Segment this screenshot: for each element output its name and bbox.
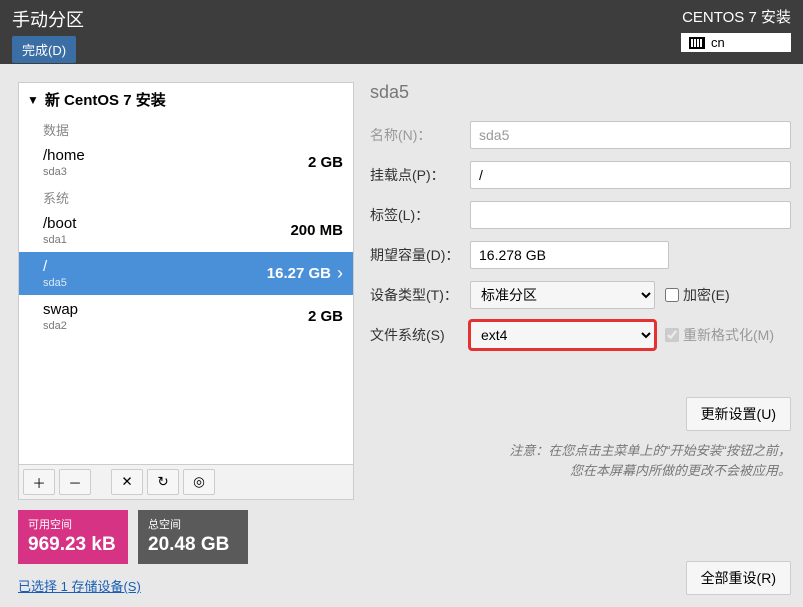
label-input[interactable]: [470, 201, 791, 229]
storage-devices-link[interactable]: 已选择 1 存储设备(S): [18, 576, 354, 595]
page-title: 手动分区: [12, 6, 84, 32]
update-settings-button[interactable]: 更新设置(U): [686, 397, 791, 431]
capacity-input[interactable]: [470, 241, 669, 269]
device-label: sda3: [43, 166, 85, 178]
capacity-label: 期望容量(D)：: [370, 245, 460, 265]
keyboard-indicator[interactable]: cn: [681, 33, 791, 52]
refresh-icon: ↻: [157, 474, 168, 490]
size-label: 200 MB: [290, 222, 343, 239]
total-space-value: 20.48 GB: [148, 534, 238, 556]
size-label: 16.27 GB: [267, 265, 331, 282]
partition-tree: ▼ 新 CentOS 7 安装 数据 /home sda3 2 GB 系统 /b…: [18, 82, 354, 465]
reset-all-button[interactable]: 全部重设(R): [686, 561, 791, 595]
mount-label-field: 挂载点(P)：: [370, 165, 460, 185]
fs-label: 文件系统(S): [370, 325, 460, 345]
detail-title: sda5: [370, 82, 791, 103]
keyboard-layout-label: cn: [711, 35, 725, 50]
available-space-label: 可用空间: [28, 516, 118, 532]
partition-toolbar: ＋ － ✕ ↻ ◎: [18, 465, 354, 500]
tools-icon: ✕: [121, 474, 132, 490]
reformat-checkbox-wrap: 重新格式化(M): [665, 325, 774, 345]
section-system-label: 系统: [19, 184, 353, 209]
minus-icon: －: [68, 473, 81, 492]
done-button[interactable]: 完成(D): [12, 36, 76, 63]
topbar: 手动分区 完成(D) CENTOS 7 安装 cn: [0, 0, 803, 64]
tree-header-label: 新 CentOS 7 安装: [45, 89, 166, 110]
triangle-down-icon: ▼: [27, 93, 39, 107]
total-space-box: 总空间 20.48 GB: [138, 510, 248, 564]
reformat-label: 重新格式化(M): [683, 325, 774, 345]
partition-item-home[interactable]: /home sda3 2 GB: [19, 141, 353, 184]
partition-item-root[interactable]: / sda5 16.27 GB ›: [19, 252, 353, 295]
installer-name: CENTOS 7 安装: [681, 6, 791, 27]
help-button[interactable]: ◎: [183, 469, 215, 495]
mount-label: /home: [43, 147, 85, 164]
encrypt-checkbox[interactable]: [665, 288, 679, 302]
label-label: 标签(L)：: [370, 205, 460, 225]
device-label: sda5: [43, 277, 67, 289]
total-space-label: 总空间: [148, 516, 238, 532]
reformat-checkbox: [665, 328, 679, 342]
configure-button[interactable]: ✕: [111, 469, 143, 495]
encrypt-checkbox-wrap[interactable]: 加密(E): [665, 285, 730, 305]
settings-note: 注意：在您点击主菜单上的“开始安装“按钮之前， 您在本屏幕内所做的更改不会被应用…: [370, 441, 791, 480]
size-label: 2 GB: [308, 154, 343, 171]
mount-label: /: [43, 258, 67, 275]
available-space-box: 可用空间 969.23 kB: [18, 510, 128, 564]
disk-icon: ◎: [193, 474, 205, 490]
keyboard-icon: [689, 37, 705, 49]
name-label: 名称(N)：: [370, 125, 460, 145]
device-label: sda2: [43, 320, 78, 332]
chevron-right-icon: ›: [337, 263, 343, 284]
add-partition-button[interactable]: ＋: [23, 469, 55, 495]
section-data-label: 数据: [19, 116, 353, 141]
size-label: 2 GB: [308, 308, 343, 325]
partition-item-boot[interactable]: /boot sda1 200 MB: [19, 209, 353, 252]
tree-header[interactable]: ▼ 新 CentOS 7 安装: [19, 83, 353, 116]
encrypt-label: 加密(E): [683, 285, 730, 305]
mount-label: /boot: [43, 215, 76, 232]
devtype-label: 设备类型(T)：: [370, 285, 460, 305]
mount-label: swap: [43, 301, 78, 318]
plus-icon: ＋: [32, 473, 45, 492]
available-space-value: 969.23 kB: [28, 534, 118, 556]
filesystem-select[interactable]: ext4: [470, 321, 655, 349]
refresh-button[interactable]: ↻: [147, 469, 179, 495]
name-input: [470, 121, 791, 149]
mount-input[interactable]: [470, 161, 791, 189]
partition-item-swap[interactable]: swap sda2 2 GB: [19, 295, 353, 338]
remove-partition-button[interactable]: －: [59, 469, 91, 495]
devtype-select[interactable]: 标准分区: [470, 281, 655, 309]
device-label: sda1: [43, 234, 76, 246]
